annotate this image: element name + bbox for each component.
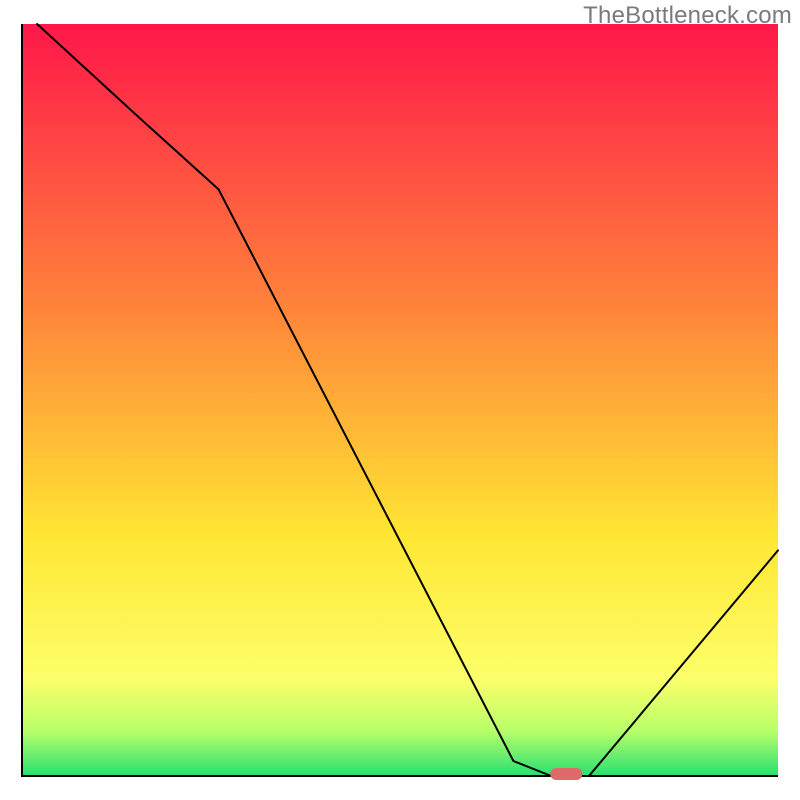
plot-background: [22, 24, 778, 776]
bottleneck-chart: [0, 0, 800, 800]
chart-container: TheBottleneck.com: [0, 0, 800, 800]
optimum-marker: [550, 768, 582, 780]
